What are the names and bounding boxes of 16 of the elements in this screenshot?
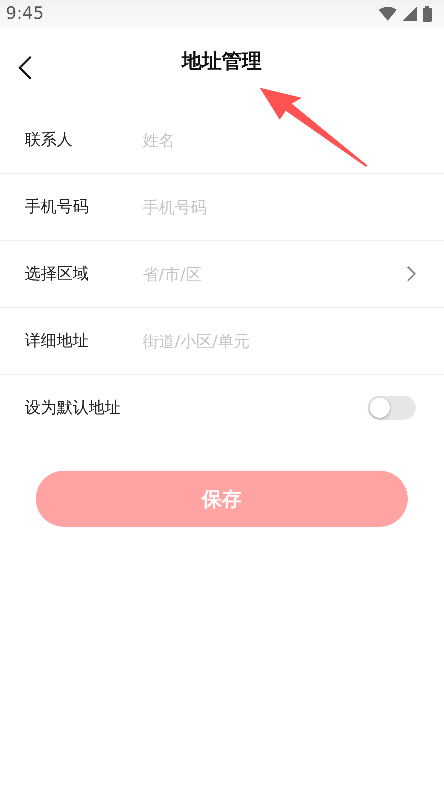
field-label: 选择区域 (25, 264, 90, 284)
default-address-switch[interactable] (368, 396, 416, 420)
region-picker-field[interactable]: 省/市/区 (143, 264, 407, 284)
page-title: 地址管理 (182, 48, 262, 75)
chevron-right-icon (407, 266, 416, 282)
battery-icon (423, 6, 432, 22)
input-field[interactable]: 街道/小区/单元 (143, 332, 416, 350)
field-label: 手机号码 (25, 196, 90, 218)
status-time: 9:45 (6, 4, 44, 24)
wifi-icon (379, 7, 397, 21)
field-label: 详细地址 (25, 330, 90, 352)
input-field[interactable]: 姓名 (143, 130, 416, 150)
signal-icon (403, 7, 417, 21)
field-label: 联系人 (25, 130, 74, 150)
toggle-label: 设为默认地址 (25, 398, 121, 418)
input-field[interactable]: 手机号码 (143, 198, 416, 216)
